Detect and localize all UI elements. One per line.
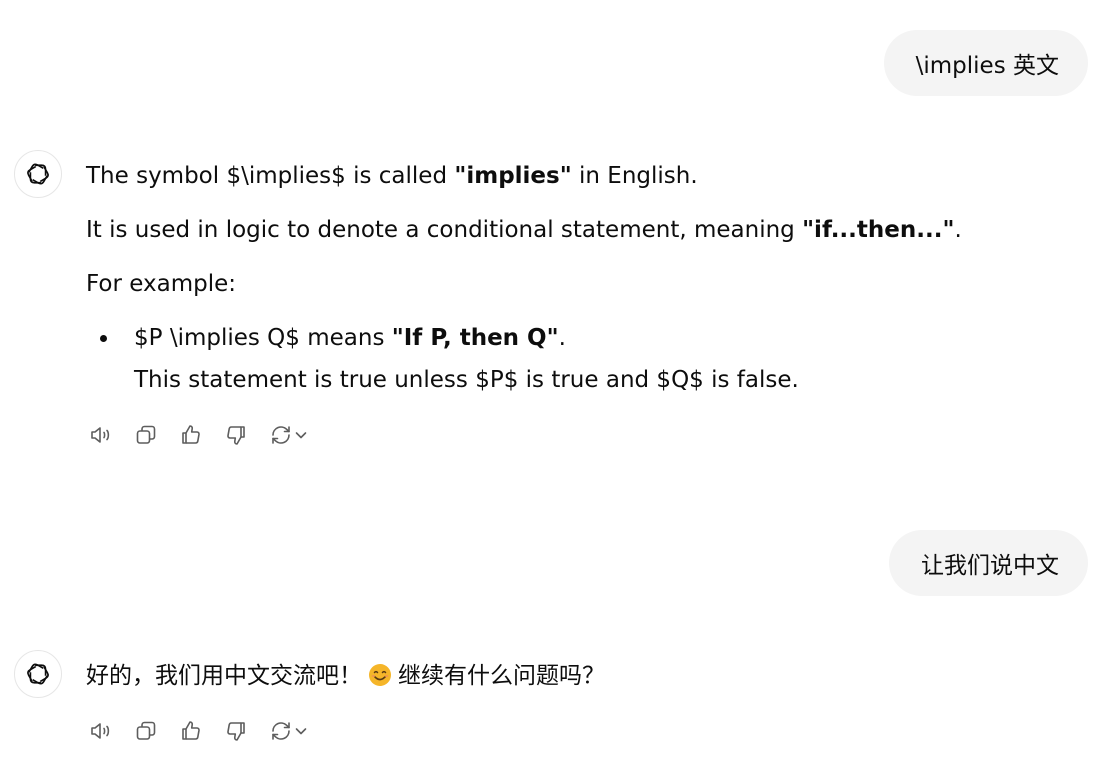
assistant-paragraph: It is used in logic to denote a conditio…: [86, 214, 962, 246]
thumbs-down-icon: [227, 722, 245, 741]
message-actions: [86, 714, 327, 748]
good-response-button[interactable]: [176, 420, 206, 450]
assistant-paragraph: The symbol $\implies$ is called "implies…: [86, 160, 698, 192]
regenerate-button[interactable]: [266, 420, 312, 450]
openai-logo-icon: [14, 650, 62, 698]
list-item-continuation: This statement is true unless $P$ is tru…: [134, 367, 799, 393]
bold-text: "if...then...": [802, 217, 955, 243]
assistant-paragraph: For example:: [86, 268, 236, 300]
assistant-paragraph: 好的，我们用中文交流吧！ 继续有什么问题吗？: [86, 660, 605, 692]
thumbs-up-icon: [182, 721, 200, 740]
openai-logo-icon: [14, 150, 62, 198]
text-span: It is used in logic to denote a conditio…: [86, 217, 803, 243]
chevron-down-icon: [295, 728, 307, 735]
user-message-bubble: \implies 英文: [883, 30, 1088, 96]
list-item: $P \implies Q$ means "If P, then Q".: [134, 322, 566, 354]
regenerate-button[interactable]: [266, 716, 312, 746]
thumbs-down-icon: [227, 426, 245, 445]
text-span: The symbol $\implies$ is called: [86, 163, 455, 189]
bad-response-button[interactable]: [221, 420, 251, 450]
good-response-button[interactable]: [176, 716, 206, 746]
read-aloud-button[interactable]: [86, 716, 116, 746]
bad-response-button[interactable]: [221, 716, 251, 746]
text-span: 继续有什么问题吗？: [398, 663, 605, 689]
text-span: .: [954, 217, 962, 243]
read-aloud-button[interactable]: [86, 420, 116, 450]
chevron-down-icon: [295, 432, 307, 439]
copy-icon: [136, 425, 156, 444]
bold-text: "If P, then Q": [391, 325, 559, 351]
user-message-text: 让我们说中文: [921, 553, 1059, 579]
text-span: .: [558, 325, 566, 351]
bold-text: "implies": [454, 163, 572, 189]
speaker-icon: [91, 427, 110, 443]
copy-button[interactable]: [131, 716, 161, 746]
speaker-icon: [91, 723, 110, 739]
copy-icon: [136, 721, 156, 740]
text-span: $P \implies Q$ means: [134, 325, 392, 351]
message-actions: [86, 418, 327, 452]
text-span: For example:: [86, 271, 236, 297]
copy-button[interactable]: [131, 420, 161, 450]
refresh-icon: [272, 426, 290, 444]
refresh-icon: [272, 722, 290, 740]
smiling-face-emoji: [369, 664, 391, 686]
text-span: 好的，我们用中文交流吧！: [86, 663, 362, 689]
text-span: in English.: [571, 163, 698, 189]
thumbs-up-icon: [182, 425, 200, 444]
user-message-text: \implies 英文: [915, 53, 1059, 79]
bullet-dot: [100, 335, 107, 342]
user-message-bubble: 让我们说中文: [889, 530, 1088, 596]
